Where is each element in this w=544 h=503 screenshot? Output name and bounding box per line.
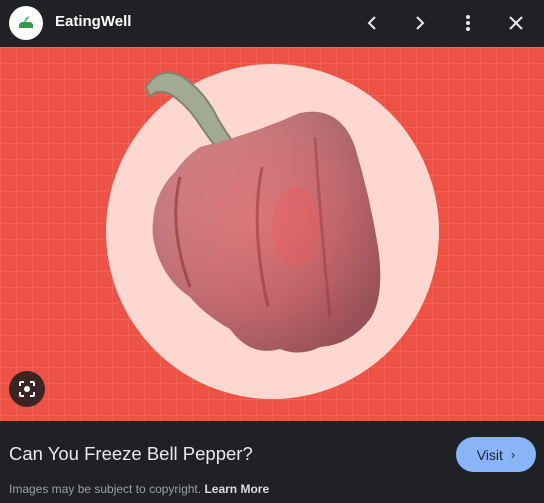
- copyright-text: Images may be subject to copyright.: [9, 482, 202, 496]
- chevron-left-icon: [367, 16, 376, 30]
- image-title[interactable]: Can You Freeze Bell Pepper?: [9, 443, 253, 465]
- site-logo[interactable]: [9, 6, 43, 40]
- google-lens-icon: [19, 381, 35, 397]
- more-options-button[interactable]: [453, 8, 483, 38]
- previous-button[interactable]: [357, 8, 387, 38]
- chevron-right-icon: ›: [510, 447, 516, 462]
- copyright-notice: Images may be subject to copyright. Lear…: [9, 482, 269, 496]
- close-icon: [509, 16, 523, 30]
- learn-more-link[interactable]: Learn More: [204, 482, 269, 496]
- visit-label: Visit: [476, 446, 503, 463]
- eatingwell-leaf-logo-icon: [19, 16, 33, 28]
- preview-image[interactable]: [0, 47, 544, 421]
- viewer-header: EatingWell: [0, 0, 544, 47]
- visit-button[interactable]: Visit ›: [456, 437, 536, 472]
- more-vert-icon: [466, 15, 470, 31]
- close-button[interactable]: [501, 8, 531, 38]
- bell-pepper-illustration: [144, 71, 381, 353]
- site-name[interactable]: EatingWell: [55, 13, 131, 30]
- visual-search-button[interactable]: [9, 371, 45, 407]
- chevron-right-icon: [416, 16, 425, 30]
- next-button[interactable]: [405, 8, 435, 38]
